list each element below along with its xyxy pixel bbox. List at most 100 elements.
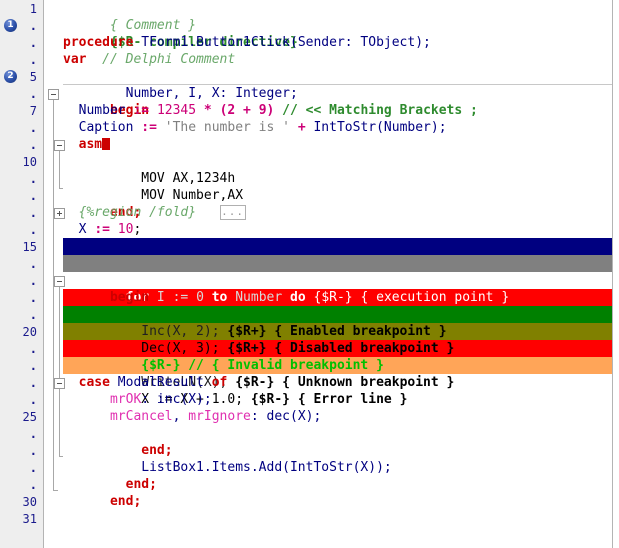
- line-number: .: [29, 461, 37, 475]
- matching-bracket-token: (2 + 9): [219, 103, 275, 118]
- collapsed-fold-marker[interactable]: ...: [219, 205, 246, 220]
- fold-guide-line: [53, 100, 54, 490]
- keyword-token: end;: [109, 477, 157, 492]
- directive-token: {$R-} { Error line }: [250, 392, 408, 407]
- string-token: 'The number is ': [156, 120, 290, 135]
- keyword-token: end;: [109, 443, 173, 458]
- line-number: 25: [22, 410, 37, 424]
- code-line-text: MOV Number,AX: [109, 188, 244, 203]
- operator-token: *: [196, 103, 220, 118]
- comment-token: // << Matching Brackets ;: [274, 103, 478, 118]
- line-number: .: [29, 172, 37, 186]
- keyword-token: to: [211, 290, 228, 305]
- line-number: .: [29, 257, 37, 271]
- number-token: 12345: [156, 103, 197, 118]
- code-line[interactable]: end;: [63, 425, 613, 458]
- code-line[interactable]: Caption := 'The number is ' + IntToStr(N…: [63, 119, 613, 136]
- code-line[interactable]: { Comment }: [63, 0, 613, 33]
- modal-result-token: mrIgnore: [188, 409, 251, 424]
- code-line[interactable]: procedure TForm1.Button1Click(Sender: TO…: [63, 34, 613, 51]
- code-line-search-match[interactable]: inc(X); {$R+} { Search Match, Text Block…: [63, 238, 613, 288]
- line-number: .: [29, 189, 37, 203]
- punctuation-token: ,: [172, 409, 189, 424]
- line-number: .: [29, 444, 37, 458]
- code-line[interactable]: asm: [63, 136, 613, 153]
- code-line[interactable]: var // Delphi Comment: [63, 51, 613, 68]
- line-number: 5: [29, 70, 37, 84]
- code-line[interactable]: mrCancel, mrIgnore: dec(X);: [63, 408, 613, 425]
- operator-token: :=: [141, 120, 157, 135]
- code-editor[interactable]: 1 2 1 . . . 5 . 7 . . 10 . . . . 15 . . …: [0, 0, 619, 548]
- line-number: .: [29, 223, 37, 237]
- line-number: .: [29, 342, 37, 356]
- code-folding-column[interactable]: [45, 0, 65, 548]
- identifier-token: ModalResult: [109, 375, 212, 390]
- execution-point-highlight: [63, 255, 613, 272]
- line-number: .: [29, 427, 37, 441]
- line-number: .: [29, 359, 37, 373]
- vertical-scrollbar[interactable]: [613, 0, 619, 548]
- text-caret: [102, 138, 111, 150]
- code-line[interactable]: {%region /fold} ...: [63, 204, 613, 221]
- line-number: .: [29, 36, 37, 50]
- directive-token: {$R+} { Enabled breakpoint }: [227, 324, 447, 339]
- line-number: .: [29, 291, 37, 305]
- line-number: .: [29, 87, 37, 101]
- code-line[interactable]: [63, 493, 613, 510]
- identifier-token: Caption: [63, 120, 142, 135]
- fold-guide-line: [59, 151, 60, 188]
- line-number: .: [29, 308, 37, 322]
- identifier-token: IntToStr(Number);: [313, 120, 447, 135]
- keyword-token: var: [63, 52, 87, 67]
- code-line-text: {$R-} { execution point }: [305, 290, 510, 305]
- directive-token: {$R-} { Unknown breakpoint }: [235, 375, 455, 390]
- code-line-text: TForm1.Button1Click(Sender: TObject);: [133, 35, 431, 50]
- code-line-text: Number: [227, 290, 291, 305]
- code-line[interactable]: Number, I, X: Integer;: [63, 68, 613, 101]
- keyword-token: begin: [109, 290, 150, 305]
- search-match-highlight: [63, 238, 613, 255]
- line-number: .: [29, 19, 37, 33]
- line-number: 20: [22, 325, 37, 339]
- identifier-token: X: [63, 222, 95, 237]
- number-token: 10: [109, 222, 134, 237]
- keyword-token: procedure: [63, 35, 134, 50]
- code-line-execution-point[interactable]: for I := 0 to Number do {$R-} { executio…: [63, 255, 613, 305]
- line-number: .: [29, 393, 37, 407]
- line-number: .: [29, 376, 37, 390]
- keyword-token: case: [78, 375, 110, 390]
- comment-token: // Delphi Comment: [102, 52, 236, 67]
- code-line[interactable]: X := 10;: [63, 221, 613, 238]
- code-line[interactable]: Number := 12345 * (2 + 9) // << Matching…: [63, 102, 613, 119]
- identifier-token: Number: [63, 103, 134, 118]
- modal-result-token: mrOK: [63, 392, 142, 407]
- code-line[interactable]: MOV AX,1234h: [63, 153, 613, 186]
- code-line-disabled-breakpoint[interactable]: Dec(X, 3); {$R+} { Disabled breakpoint }: [63, 306, 613, 356]
- fold-toggle-collapse-icon[interactable]: [48, 89, 59, 100]
- line-number: .: [29, 274, 37, 288]
- code-text-area[interactable]: { Comment } {$R- compiler directive} pro…: [63, 0, 613, 548]
- code-line-text: inc(X); {$R+} { Search Match, Text Block…: [109, 273, 455, 288]
- modal-result-token: mrCancel: [63, 409, 173, 424]
- code-line-text: I := 0: [149, 290, 212, 305]
- line-number-gutter[interactable]: 1 2 1 . . . 5 . 7 . . 10 . . . . 15 . . …: [0, 0, 44, 548]
- operator-token: :=: [133, 103, 150, 118]
- line-number: .: [29, 478, 37, 492]
- line-number: 15: [22, 240, 37, 254]
- keyword-token: do: [290, 290, 306, 305]
- fold-guide-end: [53, 490, 58, 491]
- line-number: 10: [22, 155, 37, 169]
- code-line-text: {$R-} // { Invalid breakpoint }: [109, 358, 384, 373]
- code-line-text: : inc(X);: [141, 392, 212, 407]
- keyword-token: end;: [109, 494, 142, 509]
- code-line-text: Inc(X, 2);: [109, 324, 228, 339]
- directive-token: {$R+} { Disabled breakpoint }: [227, 341, 455, 356]
- line-number: 1: [29, 2, 37, 16]
- region-directive-token: {%region /fold}: [78, 205, 197, 220]
- line-number: .: [29, 121, 37, 135]
- line-number: .: [29, 206, 37, 220]
